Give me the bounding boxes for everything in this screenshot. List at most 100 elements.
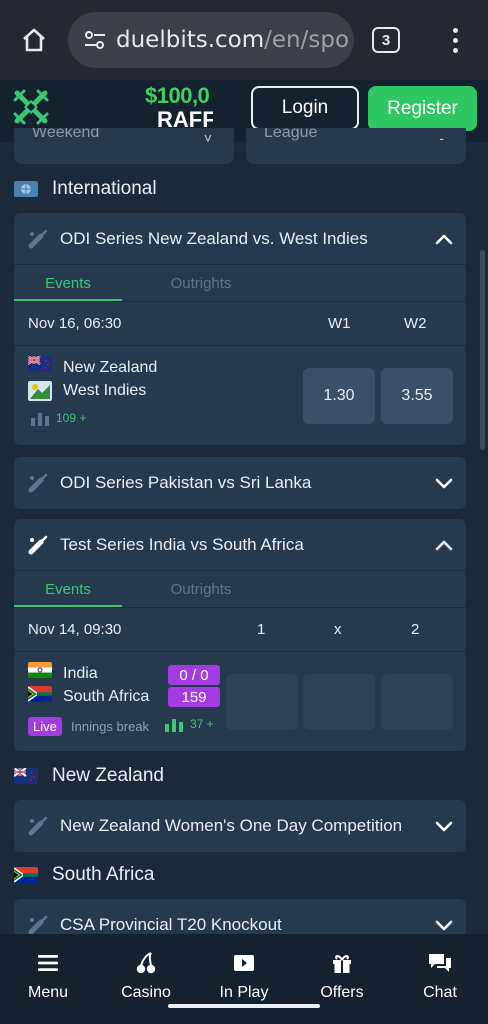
column-w2: W2 [404,315,427,332]
nav-in-play[interactable]: In Play [196,950,292,1010]
nav-label: Chat [423,984,457,1001]
chevron-up-icon[interactable] [434,535,454,555]
chevron-down-icon[interactable] [434,473,454,493]
tab-events[interactable]: Events [14,265,122,301]
nav-label: Casino [121,984,171,1001]
competition-card-test-ind-sa: Test Series India vs South Africa Events… [14,519,466,751]
cricket-bat-icon [26,227,50,251]
chevron-down-icon: ˅ [203,130,212,146]
url-text: duelbits.com/en/spo [116,27,350,53]
gesture-bar[interactable] [168,1004,320,1008]
tab-outrights[interactable]: Outrights [140,571,262,607]
markets-count: 37 + [190,717,214,731]
south-africa-flag-icon [28,686,52,702]
column-w1: W1 [328,315,351,332]
chevron-down-icon: - [439,130,444,146]
nav-offers[interactable]: Offers [294,950,390,1010]
site-settings-icon[interactable] [80,29,110,51]
competition-title: ODI Series Pakistan vs Sri Lanka [60,473,312,492]
competition-card-nz-women[interactable]: New Zealand Women's One Day Competition [14,800,466,852]
nav-chat[interactable]: Chat [392,950,488,1010]
live-badge: Live [28,717,62,736]
india-flag-icon [28,662,52,678]
column-1: 1 [257,621,266,638]
nav-label: Menu [27,984,69,1001]
promo-amount: $100,0 [145,84,210,108]
new-zealand-flag-icon [14,768,38,784]
more-markets[interactable]: 37 + [164,716,214,732]
team-home: India [63,665,98,682]
cricket-bat-icon [26,814,50,838]
more-options-icon[interactable] [440,22,470,58]
west-indies-flag-icon [28,381,52,401]
section-title: South Africa [52,864,155,885]
column-2: 2 [411,621,420,638]
event-datetime: Nov 14, 09:30 [28,621,122,638]
nav-casino[interactable]: Casino [98,950,194,1010]
chat-icon [427,950,453,976]
odds-button-w1[interactable]: 1.30 [303,368,375,424]
competition-title: ODI Series New Zealand vs. West Indies [60,229,368,248]
section-international: International [14,176,157,202]
chevron-up-icon[interactable] [434,229,454,249]
competition-header[interactable]: CSA Provincial T20 Knockout [14,899,466,939]
competition-title: CSA Provincial T20 Knockout [60,915,282,934]
cricket-bat-icon [26,533,50,557]
competition-header[interactable]: ODI Series New Zealand vs. West Indies [14,213,466,265]
login-button[interactable]: Login [251,86,359,130]
register-button[interactable]: Register [368,86,477,131]
cricket-bat-icon [26,471,50,495]
team-away: West Indies [63,382,147,399]
league-filter[interactable]: League - [246,128,466,164]
competition-header[interactable]: Test Series India vs South Africa [14,519,466,571]
home-icon[interactable] [14,22,54,58]
tab-switcher-button[interactable]: 3 [372,27,400,53]
tab-count: 3 [381,31,391,49]
promo-banner[interactable]: $100,0 RAFF [145,84,213,132]
nav-label: In Play [219,984,269,1001]
team-home: New Zealand [63,359,158,376]
competition-title: New Zealand Women's One Day Competition [60,816,403,835]
tab-events[interactable]: Events [14,571,122,607]
event-datetime: Nov 16, 06:30 [28,315,122,332]
competition-header[interactable]: New Zealand Women's One Day Competition [14,800,466,852]
column-x: x [334,621,342,638]
globe-flag-icon [14,181,38,197]
period-filter-label: Weekend [32,128,100,141]
section-new-zealand: New Zealand [14,763,164,789]
competition-card-odi-pak-sl[interactable]: ODI Series Pakistan vs Sri Lanka [14,457,466,509]
play-icon [231,950,257,976]
odds-button-1-locked [226,674,298,730]
odds-button-x-locked [303,674,375,730]
period-filter[interactable]: Weekend ˅ [14,128,234,164]
more-markets[interactable]: 109 + [30,410,86,426]
nav-label: Offers [320,984,364,1001]
menu-icon [35,950,61,976]
score-home: 0 / 0 [168,665,220,685]
competition-header[interactable]: ODI Series Pakistan vs Sri Lanka [14,457,466,509]
markets-count: 109 + [56,411,87,425]
cherries-icon [133,950,159,976]
league-filter-label: League [264,128,318,141]
score-away: 159 [168,687,220,707]
duelbits-logo[interactable] [12,88,50,126]
stats-bars-icon [31,413,49,426]
gift-icon [329,950,355,976]
odds-button-w2[interactable]: 3.55 [381,368,453,424]
tab-outrights[interactable]: Outrights [140,265,262,301]
competition-card-odi-nz-wi: ODI Series New Zealand vs. West Indies E… [14,213,466,445]
south-africa-flag-icon [14,867,38,883]
section-title: International [52,178,157,199]
nav-menu[interactable]: Menu [0,950,96,1010]
chevron-down-icon[interactable] [434,816,454,836]
stats-bars-icon [165,719,183,732]
odds-button-2-locked [381,674,453,730]
competition-title: Test Series India vs South Africa [60,535,304,554]
chevron-down-icon[interactable] [434,915,454,935]
team-away: South Africa [63,688,150,705]
scrollbar[interactable] [480,250,485,450]
match-status: Innings break [71,719,150,734]
competition-card-csa-t20[interactable]: CSA Provincial T20 Knockout [14,899,466,939]
section-title: New Zealand [52,765,164,786]
address-bar[interactable]: duelbits.com/en/spo [68,12,354,68]
